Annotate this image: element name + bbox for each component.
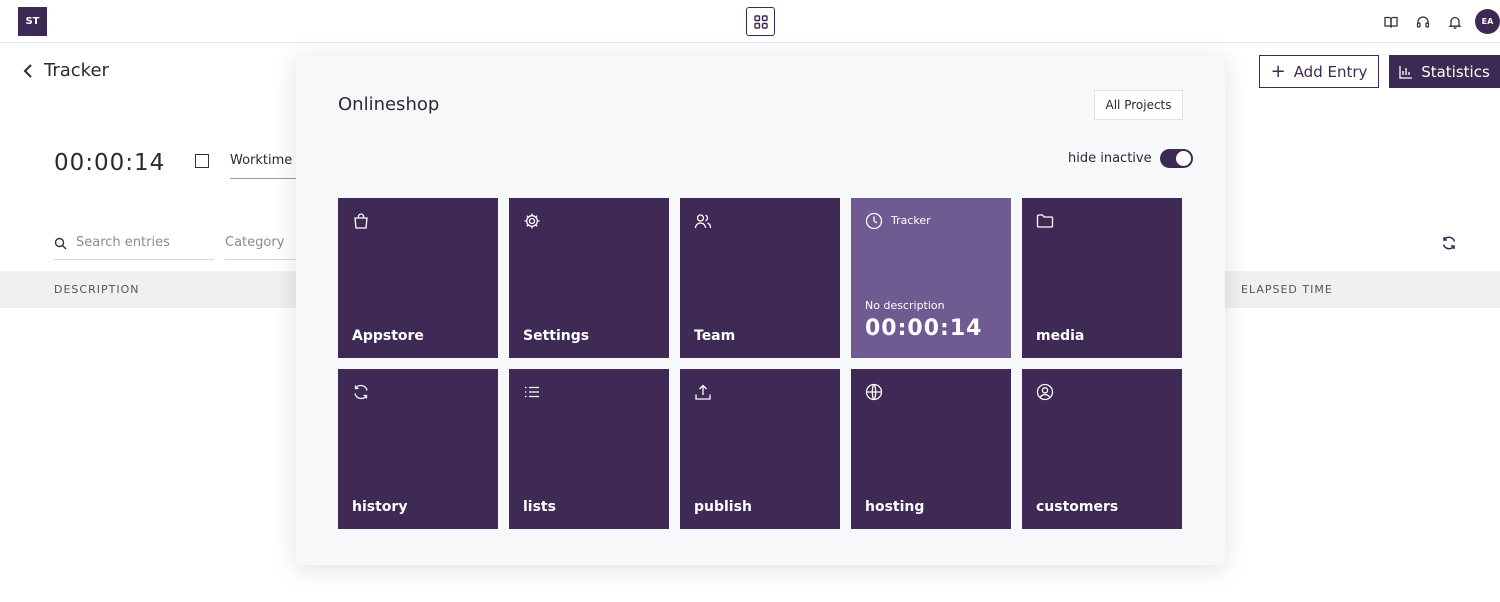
page-header: Tracker — [22, 60, 109, 81]
clock-icon — [865, 212, 883, 230]
column-elapsed-time[interactable]: ELAPSED TIME — [1241, 283, 1333, 296]
search-input[interactable]: Search entries — [54, 233, 214, 260]
book-icon[interactable] — [1383, 14, 1399, 30]
folder-icon — [1036, 214, 1054, 228]
tile-customers[interactable]: customers — [1022, 369, 1182, 529]
list-icon — [525, 386, 539, 398]
hide-inactive-toggle[interactable] — [1159, 149, 1193, 168]
app-logo[interactable]: ST — [18, 7, 47, 36]
tile-media[interactable]: media — [1022, 198, 1182, 358]
plus-icon: + — [1270, 61, 1286, 82]
tile-label: media — [1036, 328, 1085, 344]
avatar[interactable]: EA — [1475, 9, 1500, 34]
tracker-time: 00:00:14 — [865, 316, 983, 341]
tile-settings[interactable]: Settings — [509, 198, 669, 358]
tile-label: history — [352, 499, 408, 515]
tile-history[interactable]: history — [338, 369, 498, 529]
tile-label: Settings — [523, 328, 590, 344]
column-description[interactable]: DESCRIPTION — [54, 283, 139, 296]
headset-icon[interactable] — [1415, 14, 1431, 30]
tile-label: lists — [523, 499, 556, 515]
hide-inactive-control: hide inactive — [1068, 149, 1193, 168]
tile-label: Tracker — [891, 214, 931, 227]
app-tiles-grid: Appstore Settings Team Tracker No descri… — [338, 198, 1182, 529]
timer-display: 00:00:14 — [54, 150, 166, 176]
hide-inactive-label: hide inactive — [1068, 151, 1152, 166]
category-filter[interactable]: Category — [225, 233, 300, 260]
project-switcher-panel: Onlineshop All Projects hide inactive Ap… — [296, 55, 1225, 565]
statistics-button[interactable]: Statistics — [1389, 55, 1500, 88]
panel-title: Onlineshop — [338, 94, 440, 115]
bar-chart-icon — [1399, 65, 1413, 79]
statistics-label: Statistics — [1421, 62, 1490, 81]
upload-icon — [695, 384, 711, 400]
refresh-icon — [354, 384, 368, 400]
tile-lists[interactable]: lists — [509, 369, 669, 529]
top-bar: ST EA — [0, 0, 1500, 43]
bell-icon[interactable] — [1447, 14, 1463, 30]
search-placeholder: Search entries — [76, 235, 170, 250]
tile-hosting[interactable]: hosting — [851, 369, 1011, 529]
refresh-icon[interactable] — [1441, 235, 1457, 251]
chevron-left-icon[interactable] — [22, 63, 34, 79]
shopping-bag-icon — [354, 213, 368, 229]
all-projects-button[interactable]: All Projects — [1094, 90, 1183, 120]
tile-team[interactable]: Team — [680, 198, 840, 358]
tile-appstore[interactable]: Appstore — [338, 198, 498, 358]
grid-icon — [753, 14, 768, 29]
user-circle-icon — [1036, 383, 1054, 401]
add-entry-button[interactable]: + Add Entry — [1259, 55, 1379, 88]
tracker-description: No description — [865, 299, 945, 312]
tile-label: hosting — [865, 499, 925, 515]
tile-label: Appstore — [352, 328, 424, 344]
tile-tracker[interactable]: Tracker No description 00:00:14 — [851, 198, 1011, 358]
tile-label: customers — [1036, 499, 1119, 515]
tile-label: Team — [694, 328, 736, 344]
stop-timer-checkbox[interactable] — [195, 154, 209, 168]
timer-type-select[interactable]: Worktime — [230, 151, 300, 179]
add-entry-label: Add Entry — [1293, 62, 1368, 81]
tile-publish[interactable]: publish — [680, 369, 840, 529]
tile-label: publish — [694, 499, 752, 515]
search-icon — [54, 237, 67, 250]
gear-icon — [524, 213, 540, 229]
app-switcher-button[interactable] — [746, 7, 775, 36]
page-title: Tracker — [44, 60, 109, 81]
users-icon — [694, 214, 712, 229]
globe-icon — [865, 383, 883, 401]
